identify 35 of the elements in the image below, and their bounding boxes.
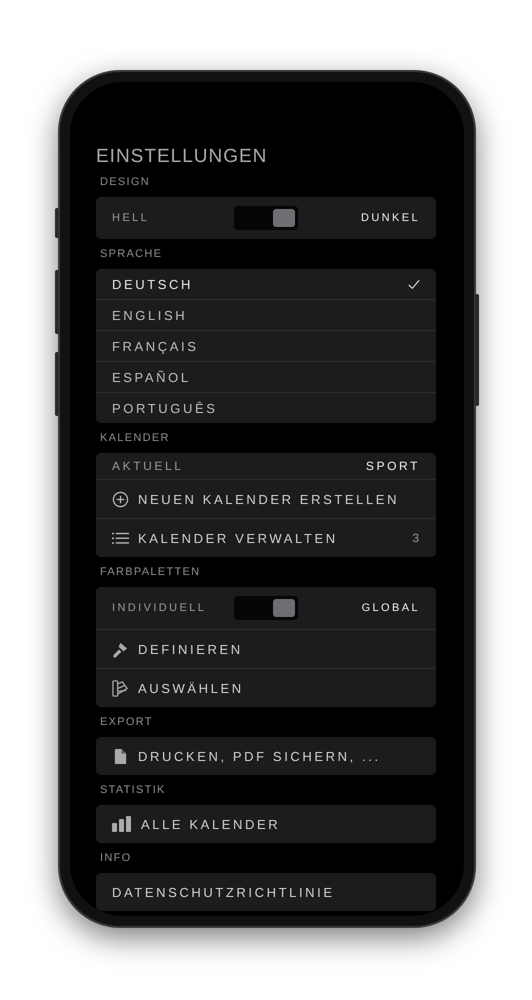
section-label: EXPORT	[99, 716, 154, 730]
section-label: INFO	[99, 852, 132, 866]
section-label: KALENDER	[99, 432, 171, 446]
option-label: GLOBAL	[362, 602, 420, 614]
brush-icon	[112, 640, 129, 658]
checkmark-icon	[408, 278, 420, 290]
language-option[interactable]: FRANÇAIS	[96, 330, 436, 361]
option-label: INDIVIDUELL	[112, 602, 208, 614]
language-option[interactable]: PORTUGUÊS	[96, 392, 436, 423]
language-option[interactable]: ESPAÑOL	[96, 361, 436, 392]
bar-chart-icon	[112, 816, 132, 832]
menu-row[interactable]: KALENDER VERWALTEN 3	[96, 518, 436, 557]
count-label: 3	[412, 531, 420, 545]
document-icon	[112, 748, 129, 764]
toggle-switch[interactable]	[234, 206, 298, 230]
menu-row[interactable]: AUSWÄHLEN	[96, 668, 436, 707]
section-label: SPRACHE	[99, 248, 164, 262]
menu-row[interactable]: DEFINIEREN	[96, 629, 436, 668]
section-label: STATISTIK	[99, 784, 167, 798]
menu-row[interactable]: DATENSCHUTZRICHTLINIE	[96, 873, 436, 911]
language-option[interactable]: ENGLISH	[96, 299, 436, 330]
row-label: AKTUELL	[112, 459, 184, 473]
language-option[interactable]: DEUTSCH	[96, 269, 436, 299]
option-label: HELL	[112, 212, 150, 224]
row-value: SPORT	[366, 459, 420, 473]
option-label: DUNKEL	[360, 212, 420, 224]
page-title: EINSTELLUNGEN	[96, 146, 268, 168]
section-label: DESIGN	[99, 176, 151, 190]
menu-row[interactable]: ALLE KALENDER	[96, 805, 436, 843]
plus-circle-icon	[112, 490, 129, 508]
menu-row[interactable]: NEUEN KALENDER ERSTELLEN	[96, 479, 436, 518]
toggle-switch[interactable]	[234, 596, 298, 620]
swatches-icon	[112, 680, 129, 696]
menu-row[interactable]: DRUCKEN, PDF SICHERN, ...	[96, 737, 436, 775]
section-label: FARBPALETTEN	[99, 566, 202, 580]
